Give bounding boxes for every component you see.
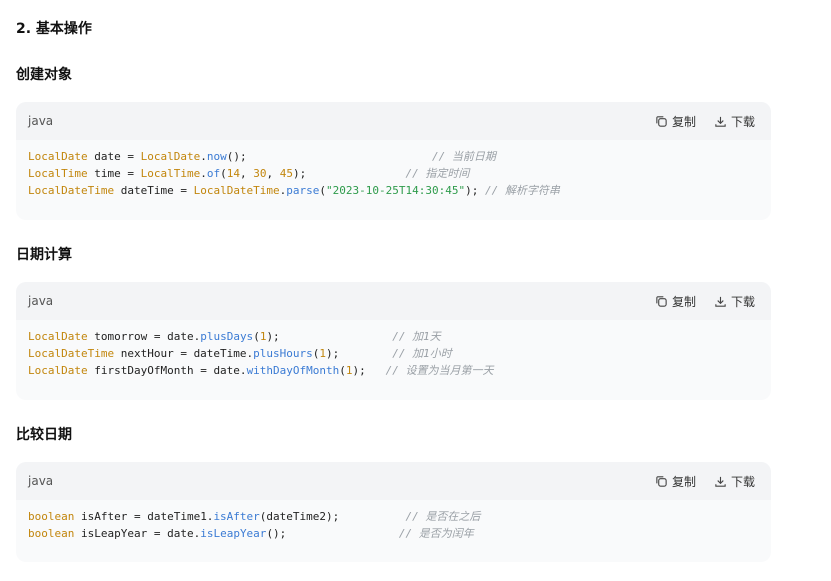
code-language-label: java — [28, 294, 54, 308]
download-button[interactable]: 下载 — [714, 293, 755, 310]
code-token-comment: // 解析字符串 — [485, 184, 560, 197]
code-token-comment: // 是否在之后 — [405, 510, 481, 523]
code-token-plain: , — [266, 167, 280, 180]
code-token-type: LocalDate — [28, 364, 88, 377]
code-line: LocalTime time = LocalTime.of(14, 30, 45… — [28, 165, 759, 182]
code-token-type: LocalDate — [28, 330, 88, 343]
code-token-method: withDayOfMonth — [246, 364, 340, 377]
code-token-method: of — [206, 167, 221, 180]
code-token-str: "2023-10-25T14:30:45" — [326, 184, 466, 197]
code-token-type: LocalTime — [28, 167, 88, 180]
code-line: LocalDate firstDayOfMonth = date.withDay… — [28, 362, 759, 379]
code-line: LocalDate date = LocalDate.now(); // 当前日… — [28, 148, 759, 165]
code-content: LocalDate tomorrow = date.plusDays(1); /… — [16, 320, 771, 387]
code-token-num: 30 — [253, 167, 267, 180]
copy-icon — [656, 115, 667, 127]
code-token-type: boolean — [28, 510, 75, 523]
code-token-plain: ( — [253, 330, 260, 343]
code-block-calc: java 复制 下载 LocalDate tomorrow = date.plu… — [16, 282, 771, 400]
code-token-plain: . — [200, 150, 207, 163]
copy-button[interactable]: 复制 — [655, 113, 696, 130]
copy-icon — [656, 295, 667, 307]
code-line: LocalDate tomorrow = date.plusDays(1); /… — [28, 328, 759, 345]
section-title-calc: 日期计算 — [16, 247, 72, 263]
copy-icon — [656, 475, 667, 487]
copy-label: 复制 — [671, 474, 696, 489]
code-header: java 复制 下载 — [16, 282, 771, 320]
code-token-plain: ); — [266, 330, 393, 343]
download-label: 下载 — [730, 114, 755, 129]
code-line: LocalDateTime dateTime = LocalDateTime.p… — [28, 182, 759, 199]
copy-label: 复制 — [671, 294, 696, 309]
download-label: 下载 — [730, 474, 755, 489]
code-token-num: 14 — [226, 167, 240, 180]
code-token-plain: nextHour = dateTime. — [114, 347, 254, 360]
code-token-comment: // 加1天 — [392, 330, 441, 343]
copy-button[interactable]: 复制 — [655, 473, 696, 490]
code-token-comment: // 当前日期 — [432, 150, 496, 163]
code-token-comment: // 指定时间 — [405, 167, 470, 180]
code-block-create: java 复制 下载 LocalDate date = LocalDate.no… — [16, 102, 771, 220]
code-token-plain: ); — [292, 167, 406, 180]
code-token-plain: (dateTime2); — [259, 510, 406, 523]
code-token-comment: // 是否为闰年 — [398, 527, 474, 540]
code-token-method: plusDays — [200, 330, 254, 343]
code-line: boolean isAfter = dateTime1.isAfter(date… — [28, 508, 759, 525]
code-token-num: 1 — [345, 364, 353, 377]
copy-label: 复制 — [671, 114, 696, 129]
code-token-plain: isLeapYear = date. — [74, 527, 201, 540]
code-line: LocalDateTime nextHour = dateTime.plusHo… — [28, 345, 759, 362]
code-token-plain: firstDayOfMonth = date. — [87, 364, 247, 377]
copy-button[interactable]: 复制 — [655, 293, 696, 310]
download-button[interactable]: 下载 — [714, 113, 755, 130]
download-icon — [715, 296, 726, 307]
code-token-plain: (); — [226, 150, 433, 163]
code-token-method: isLeapYear — [200, 527, 267, 540]
code-header: java 复制 下载 — [16, 102, 771, 140]
code-block-compare: java 复制 下载 boolean isAfter = dateTime1.i… — [16, 462, 771, 562]
code-content: LocalDate date = LocalDate.now(); // 当前日… — [16, 140, 771, 207]
code-token-num: 45 — [279, 167, 293, 180]
code-token-plain: tomorrow = date. — [87, 330, 201, 343]
code-token-type: LocalDate — [140, 150, 201, 163]
code-token-type: LocalTime — [140, 167, 201, 180]
section-title-create: 创建对象 — [16, 67, 72, 83]
code-token-type: LocalDateTime — [28, 347, 115, 360]
code-line: boolean isLeapYear = date.isLeapYear(); … — [28, 525, 759, 542]
code-token-plain: ); — [465, 184, 485, 197]
page-heading: 2. 基本操作 — [16, 21, 92, 37]
code-token-plain: ( — [339, 364, 346, 377]
code-token-method: isAfter — [213, 510, 260, 523]
code-header: java 复制 下载 — [16, 462, 771, 500]
code-token-method: parse — [286, 184, 320, 197]
download-label: 下载 — [730, 294, 755, 309]
code-token-plain: date = — [87, 150, 141, 163]
code-content: boolean isAfter = dateTime1.isAfter(date… — [16, 500, 771, 550]
code-token-plain: . — [200, 167, 207, 180]
code-token-plain: ); — [352, 364, 386, 377]
code-token-plain: ); — [326, 347, 393, 360]
code-token-plain: , — [239, 167, 254, 180]
code-token-plain: isAfter = dateTime1. — [74, 510, 214, 523]
code-token-type: LocalDate — [28, 150, 88, 163]
code-language-label: java — [28, 474, 54, 488]
code-token-type: boolean — [28, 527, 75, 540]
code-token-plain: dateTime = — [114, 184, 194, 197]
section-title-compare: 比较日期 — [16, 427, 72, 443]
download-icon — [715, 116, 726, 127]
code-token-comment: // 设置为当月第一天 — [385, 364, 494, 377]
code-token-type: LocalDateTime — [28, 184, 115, 197]
code-language-label: java — [28, 114, 54, 128]
code-token-plain: (); — [266, 527, 399, 540]
code-token-plain: time = — [87, 167, 141, 180]
download-icon — [715, 476, 726, 487]
download-button[interactable]: 下载 — [714, 473, 755, 490]
code-token-method: plusHours — [253, 347, 313, 360]
code-token-comment: // 加1小时 — [392, 347, 452, 360]
code-token-method: now — [206, 150, 227, 163]
code-token-type: LocalDateTime — [193, 184, 280, 197]
code-token-plain: ( — [220, 167, 227, 180]
